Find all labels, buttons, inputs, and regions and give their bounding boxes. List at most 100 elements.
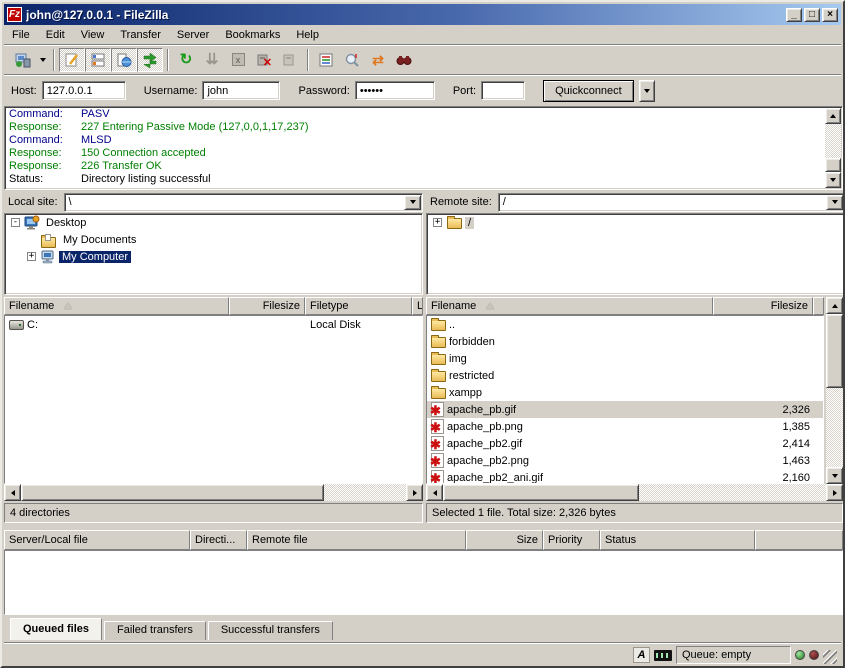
desktop-icon — [24, 215, 40, 231]
local-hscrollbar[interactable] — [4, 484, 423, 501]
transfer-queue-list[interactable] — [4, 550, 843, 615]
cancel-operation-button[interactable]: x — [225, 48, 251, 72]
synchronized-browsing-button[interactable]: ⇄ — [365, 48, 391, 72]
maximize-button[interactable]: □ — [804, 8, 820, 22]
minimize-button[interactable]: _ — [786, 8, 802, 22]
username-input[interactable] — [202, 81, 280, 100]
local-site-dropdown[interactable] — [404, 195, 421, 210]
menu-help[interactable]: Help — [288, 27, 327, 43]
remote-site-dropdown[interactable] — [826, 195, 843, 210]
scroll-left-button[interactable] — [4, 484, 21, 501]
tree-item-my-computer[interactable]: + My Computer — [5, 248, 422, 265]
column-filename[interactable]: Filename — [4, 297, 229, 315]
scroll-thumb[interactable] — [826, 314, 843, 388]
column-remote-file[interactable]: Remote file — [247, 530, 466, 550]
arrow-up-icon — [832, 304, 838, 308]
menu-file[interactable]: File — [4, 27, 38, 43]
file-row[interactable]: apache_pb2.gif 2,414 — [427, 435, 823, 452]
scroll-right-button[interactable] — [406, 484, 423, 501]
toolbar: ↻ ⇊ x ✕ — [4, 44, 841, 74]
reconnect-button[interactable] — [277, 48, 303, 72]
password-input[interactable] — [355, 81, 435, 100]
directory-comparison-button[interactable] — [339, 48, 365, 72]
scroll-up-button[interactable] — [825, 108, 841, 124]
tab-failed-transfers[interactable]: Failed transfers — [104, 621, 206, 640]
tab-queued-files[interactable]: Queued files — [10, 618, 102, 640]
toggle-message-log-button[interactable] — [59, 48, 85, 72]
scroll-right-button[interactable] — [826, 484, 843, 501]
remote-tree-icon — [116, 52, 132, 68]
scroll-thumb[interactable] — [443, 484, 639, 501]
folder-icon — [431, 337, 446, 348]
close-button[interactable]: × — [822, 8, 838, 22]
dir-row[interactable]: xampp — [427, 384, 823, 401]
find-files-button[interactable] — [391, 48, 417, 72]
remote-site-value: / — [499, 196, 826, 208]
log-scrollbar[interactable] — [825, 108, 841, 188]
file-row[interactable]: C: Local Disk — [5, 316, 422, 333]
scroll-down-button[interactable] — [826, 467, 843, 484]
column-filesize[interactable]: Filesize — [713, 297, 813, 315]
dir-row[interactable]: forbidden — [427, 333, 823, 350]
column-filename[interactable]: Filename — [426, 297, 713, 315]
file-row[interactable]: apache_pb2_ani.gif 2,160 — [427, 469, 823, 484]
column-priority[interactable]: Priority — [543, 530, 600, 550]
expand-icon[interactable]: + — [433, 218, 442, 227]
resize-grip[interactable] — [823, 650, 837, 664]
collapse-icon[interactable]: - — [11, 218, 20, 227]
file-row[interactable]: apache_pb.png 1,385 — [427, 418, 823, 435]
tab-successful-transfers[interactable]: Successful transfers — [208, 621, 333, 640]
site-manager-dropdown[interactable] — [36, 48, 49, 72]
tree-item-desktop[interactable]: - Desktop — [5, 214, 422, 231]
column-filesize[interactable]: Filesize — [229, 297, 305, 315]
tree-item-label: My Documents — [60, 234, 139, 246]
quickconnect-button[interactable]: Quickconnect — [543, 80, 634, 102]
column-size[interactable]: Size — [466, 530, 543, 550]
host-input[interactable] — [42, 81, 126, 100]
title-bar[interactable]: Fz john@127.0.0.1 - FileZilla _ □ × — [4, 4, 841, 25]
site-manager-button[interactable] — [10, 48, 36, 72]
filter-icon — [318, 52, 334, 68]
local-site-combo[interactable]: \ — [64, 193, 423, 212]
toggle-transfer-queue-button[interactable] — [137, 48, 163, 72]
disconnect-icon: ✕ — [257, 53, 271, 67]
expand-icon[interactable]: + — [27, 252, 36, 261]
scroll-thumb[interactable] — [825, 158, 841, 172]
scroll-up-button[interactable] — [826, 297, 843, 314]
menu-server[interactable]: Server — [169, 27, 217, 43]
toolbar-separator — [53, 49, 55, 71]
toggle-local-tree-button[interactable] — [85, 48, 111, 72]
process-queue-button[interactable]: ⇊ — [199, 48, 225, 72]
file-row-selected[interactable]: apache_pb.gif 2,326 — [427, 401, 823, 418]
scroll-down-button[interactable] — [825, 172, 841, 188]
led-red-icon — [809, 650, 819, 660]
column-status[interactable]: Status — [600, 530, 755, 550]
dir-row[interactable]: restricted — [427, 367, 823, 384]
port-input[interactable] — [481, 81, 525, 100]
menu-transfer[interactable]: Transfer — [112, 27, 169, 43]
column-last-modified[interactable]: L — [412, 297, 423, 315]
toggle-remote-tree-button[interactable] — [111, 48, 137, 72]
file-row[interactable]: apache_pb2.png 1,463 — [427, 452, 823, 469]
log-line: Response:226 Transfer OK — [5, 160, 842, 173]
column-server-local-file[interactable]: Server/Local file — [4, 530, 190, 550]
menu-bookmarks[interactable]: Bookmarks — [217, 27, 288, 43]
remote-hscrollbar[interactable] — [426, 484, 843, 501]
disconnect-button[interactable]: ✕ — [251, 48, 277, 72]
username-label: Username: — [144, 85, 198, 97]
remote-vscrollbar[interactable] — [826, 297, 843, 484]
refresh-button[interactable]: ↻ — [173, 48, 199, 72]
quickconnect-dropdown[interactable] — [639, 80, 655, 102]
column-direction[interactable]: Directi... — [190, 530, 247, 550]
menu-view[interactable]: View — [73, 27, 113, 43]
dir-row[interactable]: img — [427, 350, 823, 367]
scroll-thumb[interactable] — [21, 484, 324, 501]
directory-listing-filters-button[interactable] — [313, 48, 339, 72]
scroll-left-button[interactable] — [426, 484, 443, 501]
remote-site-combo[interactable]: / — [498, 193, 845, 212]
tree-item-my-documents[interactable]: My Documents — [5, 231, 422, 248]
tree-item-root[interactable]: + / — [427, 214, 844, 231]
menu-edit[interactable]: Edit — [38, 27, 73, 43]
dir-row[interactable]: .. — [427, 316, 823, 333]
column-filetype[interactable]: Filetype — [305, 297, 412, 315]
